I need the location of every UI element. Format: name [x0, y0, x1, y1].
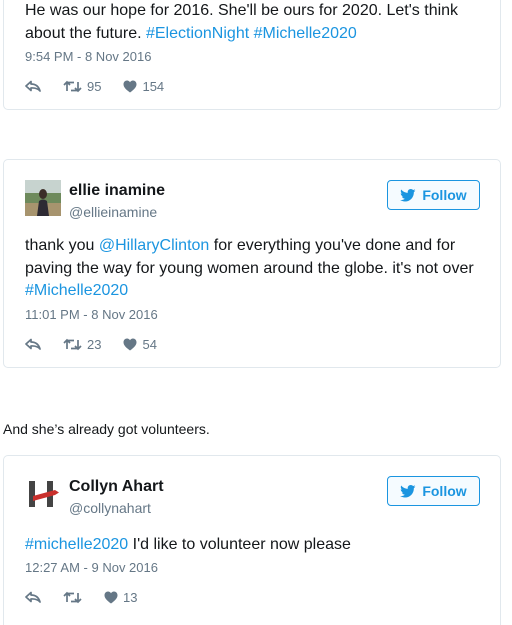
like-count: 13: [123, 589, 138, 605]
tweet-card: Collyn Ahart @collynahart Follow #michel…: [3, 455, 501, 625]
follow-label: Follow: [422, 483, 467, 499]
article-caption: And she’s already got volunteers.: [3, 421, 210, 437]
tweet-text-run: thank you: [25, 237, 99, 254]
tweet-text: He was our hope for 2016. She'll be ours…: [25, 0, 480, 45]
tweet-timestamp[interactable]: 9:54 PM - 8 Nov 2016: [25, 49, 151, 64]
retweet-button[interactable]: 23: [63, 337, 101, 352]
reply-button[interactable]: [25, 80, 41, 92]
retweet-icon: [63, 80, 82, 92]
user-handle[interactable]: @ellieinamine: [69, 204, 157, 220]
retweet-count: 23: [87, 336, 102, 352]
tweet-timestamp[interactable]: 11:01 PM - 8 Nov 2016: [25, 307, 158, 322]
tweet-timestamp[interactable]: 12:27 AM - 9 Nov 2016: [25, 560, 158, 575]
tweet-card: He was our hope for 2016. She'll be ours…: [3, 0, 501, 110]
like-count: 54: [142, 336, 157, 352]
follow-button[interactable]: Follow: [387, 180, 480, 210]
like-button[interactable]: 154: [123, 79, 164, 94]
like-count: 154: [142, 78, 165, 94]
like-button[interactable]: 13: [104, 590, 137, 605]
tweet-actions: 13: [25, 588, 159, 606]
reply-icon: [25, 591, 41, 603]
tweet-link[interactable]: #ElectionNight: [146, 25, 249, 42]
avatar[interactable]: [25, 180, 61, 216]
tweet-text-run: I'd like to volunteer now please: [128, 536, 351, 553]
like-button[interactable]: 54: [123, 336, 157, 352]
reply-button[interactable]: [25, 591, 41, 603]
tweet-actions: 95 154: [25, 77, 186, 95]
retweet-count: 95: [87, 78, 102, 94]
tweet-link[interactable]: #Michelle2020: [254, 25, 357, 42]
tweet-card: ellie inamine @ellieinamine Follow thank…: [3, 159, 501, 368]
follow-label: Follow: [422, 187, 467, 203]
retweet-icon: [63, 338, 82, 350]
avatar[interactable]: [25, 476, 61, 512]
reply-button[interactable]: [25, 338, 41, 350]
tweet-link[interactable]: #michelle2020: [25, 536, 128, 553]
twitter-bird-icon: [400, 484, 416, 497]
tweet-text: #michelle2020 I'd like to volunteer now …: [25, 534, 480, 557]
retweet-button[interactable]: [63, 591, 82, 604]
heart-icon: [123, 80, 137, 92]
reply-icon: [25, 338, 41, 350]
tweet-text: thank you @HillaryClinton for everything…: [25, 235, 480, 303]
retweet-icon: [63, 591, 82, 603]
user-name[interactable]: Collyn Ahart: [69, 478, 164, 496]
heart-icon: [123, 338, 137, 350]
retweet-button[interactable]: 95: [63, 79, 101, 94]
reply-icon: [25, 80, 41, 92]
tweet-actions: 23 54: [25, 335, 179, 353]
tweet-link[interactable]: #Michelle2020: [25, 282, 128, 299]
heart-icon: [104, 591, 118, 603]
user-handle[interactable]: @collynahart: [69, 500, 151, 516]
follow-button[interactable]: Follow: [387, 476, 480, 506]
tweet-link[interactable]: @HillaryClinton: [99, 237, 210, 254]
twitter-bird-icon: [400, 188, 416, 201]
user-name[interactable]: ellie inamine: [69, 182, 165, 200]
